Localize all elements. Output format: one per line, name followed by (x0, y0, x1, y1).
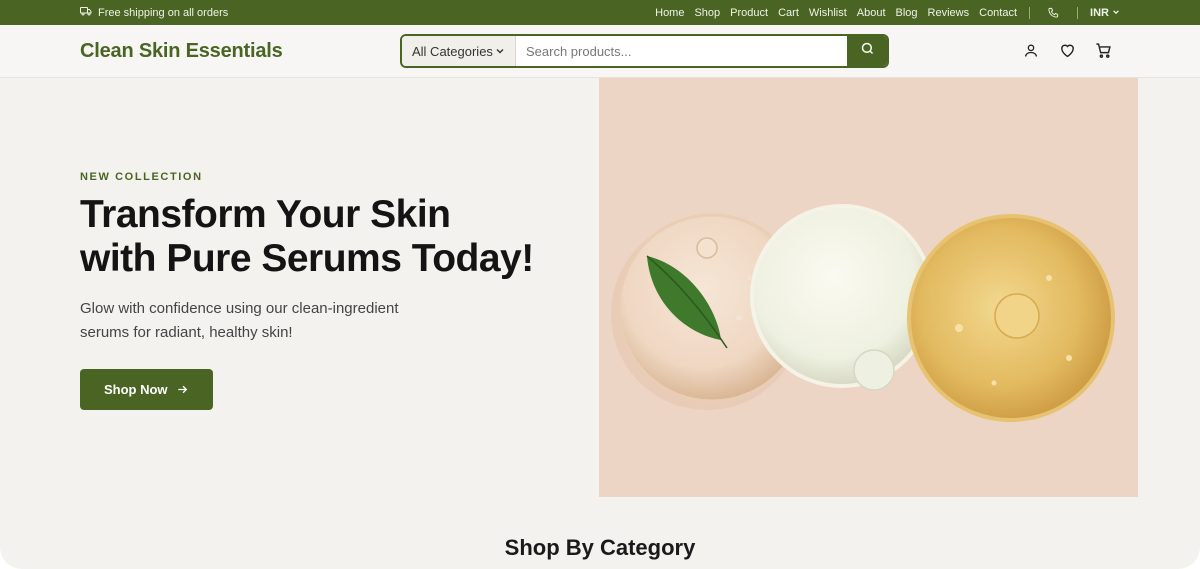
cart-icon[interactable] (1094, 41, 1112, 59)
site-header: Clean Skin Essentials All Categories (0, 25, 1200, 78)
section-title-shop-by-category: Shop By Category (504, 535, 696, 560)
hero-headline: Transform Your Skin with Pure Serums Tod… (80, 193, 560, 281)
divider (1077, 6, 1079, 19)
hero-subtext: Glow with confidence using our clean-ing… (80, 300, 399, 341)
search-button[interactable] (847, 36, 887, 66)
logo[interactable]: Clean Skin Essentials (80, 40, 283, 63)
nav-contact[interactable]: Contact (979, 7, 1017, 19)
shipping-text: Free shipping on all orders (98, 6, 229, 19)
nav-product[interactable]: Product (730, 7, 768, 19)
nav-home[interactable]: Home (655, 7, 684, 19)
truck-icon (80, 6, 92, 19)
announcement-bar: Free shipping on all orders Home Shop Pr… (0, 0, 1200, 25)
divider (1029, 6, 1031, 19)
search-icon (860, 41, 875, 61)
nav-about[interactable]: About (857, 7, 886, 19)
header-actions (1022, 41, 1112, 59)
chevron-down-icon (1112, 7, 1120, 19)
hero-section: NEW COLLECTION Transform Your Skin with … (0, 78, 1200, 498)
page: Free shipping on all orders Home Shop Pr… (0, 0, 1200, 569)
shop-now-label: Shop Now (104, 382, 168, 397)
heart-icon[interactable] (1058, 41, 1076, 59)
hero-content: NEW COLLECTION Transform Your Skin with … (80, 171, 560, 410)
nav-cart[interactable]: Cart (778, 7, 799, 19)
user-icon[interactable] (1022, 41, 1040, 59)
chevron-down-icon (495, 44, 505, 59)
hero-image (599, 78, 1138, 497)
hero-headline-line1: Transform Your Skin (80, 193, 451, 236)
hero-headline-line2: with Pure Serums Today! (80, 237, 534, 280)
currency-selector[interactable]: INR (1090, 7, 1120, 19)
hero-eyebrow: NEW COLLECTION (80, 171, 203, 183)
shop-now-button[interactable]: Shop Now (80, 369, 213, 410)
currency-label: INR (1090, 6, 1109, 19)
search-bar: All Categories (400, 34, 889, 68)
shipping-notice: Free shipping on all orders (80, 6, 228, 19)
nav-blog[interactable]: Blog (896, 7, 918, 19)
category-label: All Categories (412, 43, 493, 59)
nav-reviews[interactable]: Reviews (928, 7, 970, 19)
phone-icon[interactable] (1048, 7, 1059, 18)
search-input[interactable] (516, 36, 847, 66)
arrow-right-icon (176, 383, 189, 396)
nav-wishlist[interactable]: Wishlist (809, 7, 847, 19)
category-select[interactable]: All Categories (402, 36, 516, 66)
top-nav: Home Shop Product Cart Wishlist About Bl… (655, 6, 1120, 19)
nav-shop[interactable]: Shop (694, 7, 720, 19)
serum-drops-illustration (611, 204, 1115, 422)
